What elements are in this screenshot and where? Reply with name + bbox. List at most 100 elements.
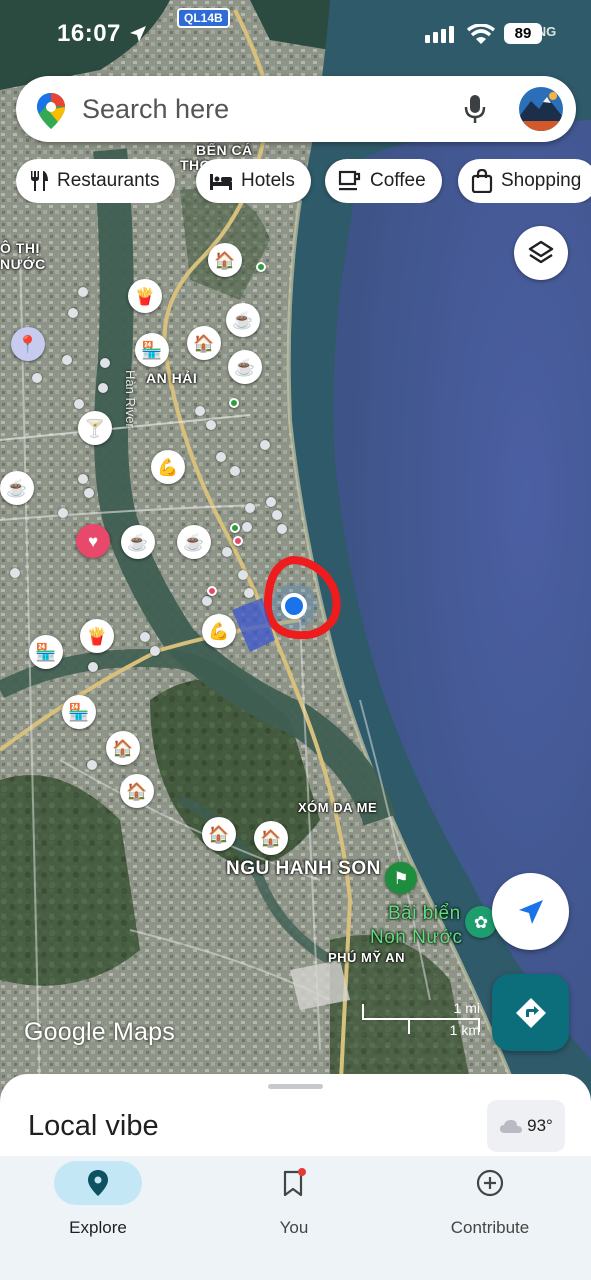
poi-dot[interactable] (202, 596, 212, 606)
cloud-icon (500, 1120, 523, 1133)
hotel-poi-icon[interactable]: 🏠 (187, 326, 221, 360)
chip-restaurants[interactable]: Restaurants (16, 159, 176, 203)
coffee-poi-icon[interactable]: ☕ (226, 303, 260, 337)
fries-poi-icon[interactable]: 🍟 (80, 619, 114, 653)
search-input[interactable]: Search here (82, 94, 229, 125)
scale-mi-label: 1 mi (453, 1000, 480, 1016)
chip-hotels[interactable]: Hotels (196, 159, 311, 203)
battery-indicator: 89 (504, 23, 542, 44)
google-maps-pin-icon (37, 93, 65, 129)
poi-dot[interactable] (74, 399, 84, 409)
park-poi-icon[interactable]: ⚑ (385, 862, 417, 894)
bookmark-icon (283, 1168, 306, 1197)
hotel-poi-icon[interactable]: 🏠 (120, 774, 154, 808)
gym-poi-icon[interactable]: 💪 (202, 614, 236, 648)
poi-dot[interactable] (195, 406, 205, 416)
poi-dot[interactable] (84, 488, 94, 498)
nav-explore-label: Explore (69, 1218, 127, 1237)
poi-dot[interactable] (230, 466, 240, 476)
nav-explore-pill[interactable] (54, 1161, 142, 1205)
status-time: 16:07 (57, 20, 121, 47)
cocktail-poi-icon[interactable]: 🍸 (78, 411, 112, 445)
chip-shopping[interactable]: Shopping (458, 159, 591, 203)
poi-dot[interactable] (216, 452, 226, 462)
place-label-xom-da-me: XÓM DA ME (298, 800, 378, 815)
nav-contribute-pill[interactable] (446, 1161, 534, 1205)
cellular-signal-icon (425, 26, 454, 43)
coffee-poi-icon[interactable]: ☕ (121, 525, 155, 559)
layers-icon (528, 240, 554, 264)
chip-label: Shopping (501, 170, 582, 191)
status-bar: 16:07 89 (0, 0, 591, 66)
wifi-icon (466, 24, 496, 44)
convenience-store-poi-icon[interactable]: 🏪 (135, 333, 169, 367)
current-location-dot[interactable] (281, 593, 307, 619)
poi-dot[interactable] (222, 547, 232, 557)
poi-dot[interactable] (58, 508, 68, 518)
nav-you[interactable]: You (226, 1161, 366, 1251)
poi-dot[interactable] (62, 355, 72, 365)
poi-dot[interactable] (140, 632, 150, 642)
directions-button[interactable] (492, 974, 569, 1051)
poi-dot[interactable] (266, 497, 276, 507)
chip-coffee[interactable]: Coffee (325, 159, 442, 203)
coffee-poi-icon[interactable]: ☕ (0, 471, 34, 505)
gym-poi-icon[interactable]: 💪 (151, 450, 185, 484)
poi-dot[interactable] (87, 760, 97, 770)
poi-dot[interactable] (260, 440, 270, 450)
avatar[interactable] (519, 87, 563, 131)
nav-explore[interactable]: Explore (30, 1161, 170, 1251)
red-poi-dot[interactable] (233, 536, 243, 546)
nav-you-pill[interactable] (250, 1161, 338, 1205)
navigation-arrow-icon (518, 899, 543, 924)
poi-dot[interactable] (78, 474, 88, 484)
hotel-poi-icon[interactable]: 🏠 (208, 243, 242, 277)
poi-dot[interactable] (238, 570, 248, 580)
poi-dot[interactable] (98, 383, 108, 393)
place-label-do-thi: Ô THỊ (0, 240, 40, 256)
park-dot[interactable] (230, 523, 240, 533)
scale-km-label: 1 km (449, 1022, 480, 1038)
poi-dot[interactable] (244, 588, 254, 598)
park-dot[interactable] (229, 398, 239, 408)
coffee-poi-icon[interactable]: ☕ (177, 525, 211, 559)
sheet-drag-handle[interactable] (268, 1084, 323, 1089)
poi-dot[interactable] (68, 308, 78, 318)
poi-dot[interactable] (272, 510, 282, 520)
microphone-icon[interactable] (464, 94, 486, 124)
hotel-poi-icon[interactable]: 🏠 (254, 821, 288, 855)
poi-dot[interactable] (10, 568, 20, 578)
coffee-poi-icon[interactable]: ☕ (228, 350, 262, 384)
shopping-bag-icon (471, 169, 493, 193)
chip-label: Hotels (241, 170, 295, 191)
poi-dot[interactable] (277, 524, 287, 534)
hotel-poi-icon[interactable]: 🏠 (106, 731, 140, 765)
poi-dot[interactable] (245, 503, 255, 513)
weather-chip[interactable]: 93° (487, 1100, 565, 1152)
location-pin-icon (88, 1170, 108, 1196)
park-dot[interactable] (256, 262, 266, 272)
poi-dot[interactable] (150, 646, 160, 656)
google-maps-watermark: Google Maps (24, 1018, 175, 1046)
layers-button[interactable] (514, 226, 568, 280)
poi-dot[interactable] (206, 420, 216, 430)
nav-you-label: You (279, 1218, 309, 1237)
convenience-store-poi-icon[interactable]: 🏪 (29, 635, 63, 669)
red-poi-dot[interactable] (207, 586, 217, 596)
poi-dot[interactable] (100, 358, 110, 368)
category-chips: Restaurants Hotels Coffee Shopping (16, 159, 591, 203)
poi-dot[interactable] (32, 373, 42, 383)
poi-dot[interactable] (78, 287, 88, 297)
fries-poi-icon[interactable]: 🍟 (128, 279, 162, 313)
place-label-nuoc: NƯỚC (0, 256, 46, 272)
place-label-ngu-hanh-son: NGU HANH SON (226, 858, 381, 879)
my-location-button[interactable] (492, 873, 569, 950)
pin-location-poi-icon[interactable]: 📍 (11, 327, 45, 361)
search-bar[interactable]: Search here (16, 76, 576, 142)
poi-dot[interactable] (88, 662, 98, 672)
convenience-store-poi-icon[interactable]: 🏪 (62, 695, 96, 729)
nav-contribute[interactable]: Contribute (422, 1161, 562, 1251)
heart-poi-icon[interactable]: ♥ (76, 524, 110, 558)
poi-dot[interactable] (242, 522, 252, 532)
hotel-poi-icon[interactable]: 🏠 (202, 817, 236, 851)
